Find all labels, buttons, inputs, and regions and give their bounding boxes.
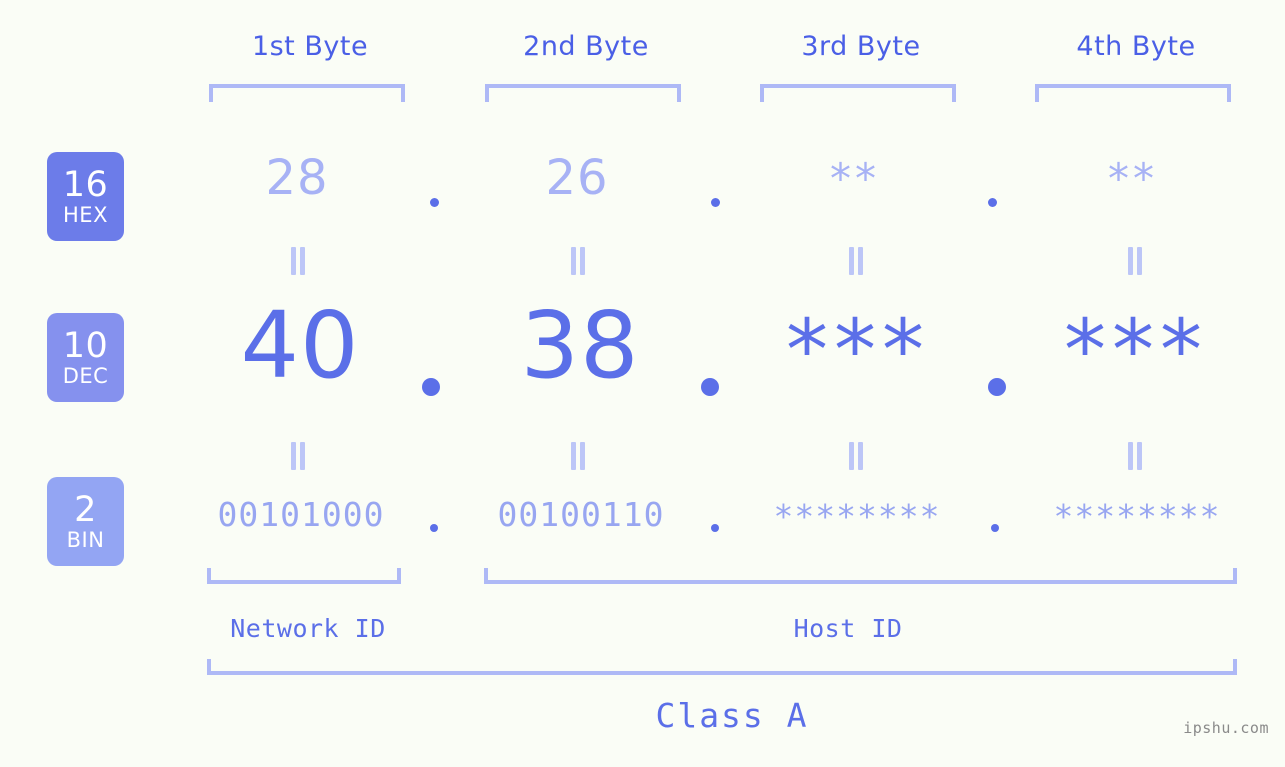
equals-icon-hex-dec-1: [289, 247, 307, 275]
hex-byte-4: **: [1108, 154, 1158, 203]
dec-byte-2: 38: [520, 292, 640, 399]
byte-label-3: 3rd Byte: [801, 31, 921, 62]
hex-byte-1: 28: [265, 150, 329, 206]
dec-byte-3: ***: [786, 301, 930, 399]
bin-byte-3: ********: [773, 497, 941, 536]
equals-icon-hex-dec-2: [569, 247, 587, 275]
host-id-label: Host ID: [793, 614, 903, 643]
bin-separator-dot-3: [991, 524, 999, 532]
byte-bracket-1: [209, 84, 405, 102]
base-badge-hex-name: HEX: [63, 202, 108, 227]
base-badge-dec-name: DEC: [62, 363, 109, 388]
base-badge-dec: 10 DEC: [47, 313, 124, 402]
base-badge-bin-name: BIN: [66, 527, 105, 552]
byte-bracket-3: [760, 84, 956, 102]
byte-label-1: 1st Byte: [251, 31, 369, 62]
equals-icon-dec-bin-2: [569, 442, 587, 470]
base-badge-dec-number: 10: [62, 325, 109, 366]
bin-separator-dot-2: [711, 524, 719, 532]
bin-byte-4: ********: [1053, 497, 1221, 536]
equals-icon-hex-dec-3: [847, 247, 865, 275]
equals-icon-hex-dec-4: [1126, 247, 1144, 275]
equals-icon-dec-bin-1: [289, 442, 307, 470]
base-badge-hex-number: 16: [62, 164, 109, 205]
equals-icon-dec-bin-4: [1126, 442, 1144, 470]
hex-separator-dot-1: [430, 198, 439, 207]
base-badge-hex: 16 HEX: [47, 152, 124, 241]
class-bracket: [207, 659, 1237, 675]
hex-separator-dot-2: [711, 198, 720, 207]
class-label: Class A: [655, 696, 809, 735]
ip-byte-diagram: 1st Byte 2nd Byte 3rd Byte 4th Byte 16 H…: [0, 0, 1285, 767]
byte-label-4: 4th Byte: [1076, 31, 1196, 62]
hex-byte-3: **: [830, 154, 880, 203]
equals-icon-dec-bin-3: [847, 442, 865, 470]
bin-separator-dot-1: [430, 524, 438, 532]
bin-byte-1: 00101000: [217, 495, 385, 534]
dec-separator-dot-3: [988, 378, 1006, 396]
hex-byte-2: 26: [545, 150, 609, 206]
network-id-label: Network ID: [230, 614, 386, 643]
dec-byte-4: ***: [1064, 301, 1208, 399]
hex-separator-dot-3: [988, 198, 997, 207]
byte-bracket-2: [485, 84, 681, 102]
bin-byte-2: 00100110: [497, 495, 665, 534]
network-id-bracket: [207, 568, 401, 584]
base-badge-bin: 2 BIN: [47, 477, 124, 566]
dec-separator-dot-1: [422, 378, 440, 396]
site-watermark: ipshu.com: [1183, 719, 1269, 737]
dec-byte-1: 40: [240, 292, 360, 399]
byte-label-2: 2nd Byte: [523, 31, 649, 62]
host-id-bracket: [484, 568, 1237, 584]
base-badge-bin-number: 2: [74, 489, 97, 530]
byte-bracket-4: [1035, 84, 1231, 102]
dec-separator-dot-2: [701, 378, 719, 396]
